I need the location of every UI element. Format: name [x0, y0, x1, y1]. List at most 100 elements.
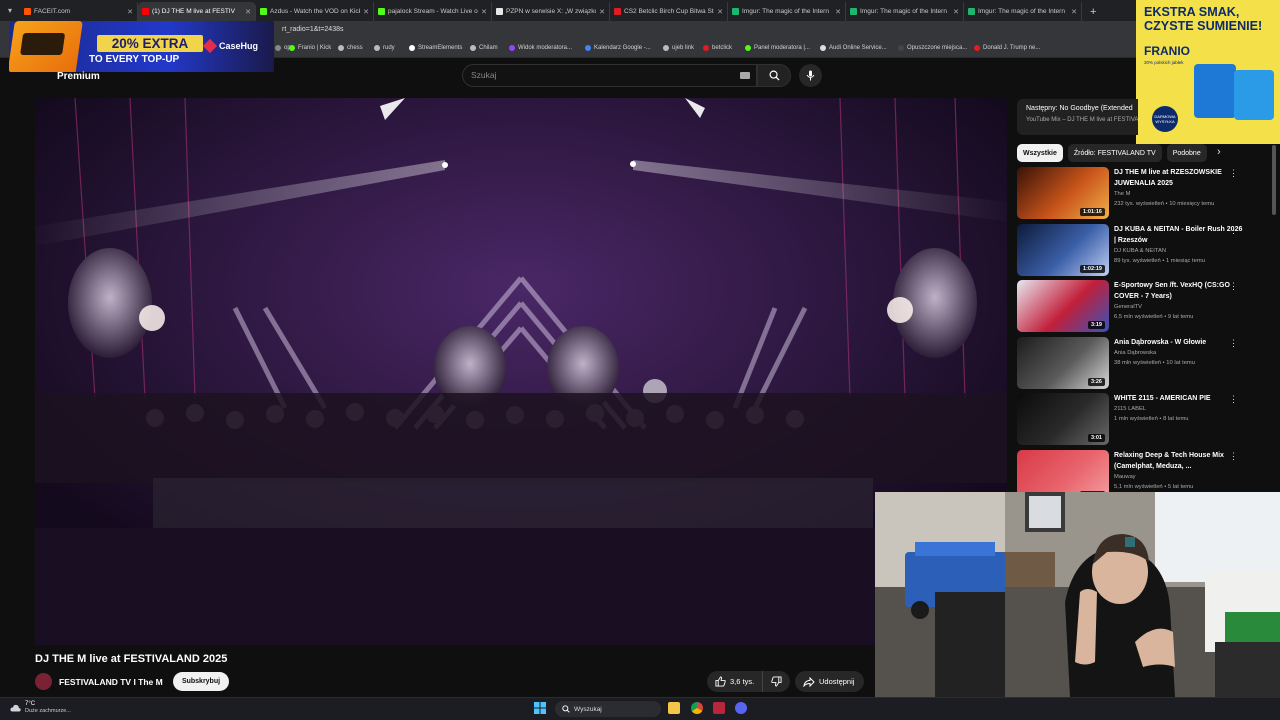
browser-tab[interactable]: FACEIT.com ✕	[20, 2, 138, 21]
more-options-icon[interactable]: ⋮	[1229, 338, 1238, 349]
tab-favicon-icon	[378, 8, 385, 15]
bookmark-item[interactable]: Donald J. Trump ne...	[974, 45, 1040, 51]
browser-tab[interactable]: Imgur: The magic of the Intern ✕	[728, 2, 846, 21]
tab-title: Azdus - Watch the VOD on Kick	[270, 8, 361, 15]
sidebar-scrollbar[interactable]	[1272, 145, 1276, 215]
channel-name[interactable]: FESTIVALAND TV I The M	[59, 677, 163, 687]
like-button[interactable]: 3,6 tys.	[707, 671, 763, 692]
bookmark-item[interactable]: ujeb link	[663, 45, 694, 51]
bookmark-item[interactable]: betclick	[703, 45, 732, 51]
video-thumbnail[interactable]: 1:01:16	[1017, 167, 1109, 219]
video-title[interactable]: WHITE 2115 - AMERICAN PIE	[1114, 393, 1244, 404]
up-next-card[interactable]: Następny: No Goodbye (Extended YouTube M…	[1017, 99, 1138, 135]
more-options-icon[interactable]: ⋮	[1229, 225, 1238, 236]
video-title[interactable]: E-Sportowy Sen /ft. VexHQ (CS:GO COVER -…	[1114, 280, 1244, 302]
video-channel[interactable]: Ania Dąbrowska	[1114, 350, 1156, 356]
tab-close-icon[interactable]: ✕	[953, 8, 959, 16]
video-thumbnail[interactable]: 1:02:19	[1017, 223, 1109, 276]
tab-title: FACEIT.com	[34, 8, 71, 15]
casehug-ad-banner[interactable]: 20% EXTRA TO EVERY TOP-UP CaseHug	[9, 21, 274, 72]
bookmark-item[interactable]: StreamElements	[409, 45, 462, 51]
video-channel[interactable]: GeneralTV	[1114, 304, 1142, 310]
video-title[interactable]: Ania Dąbrowska - W Głowie	[1114, 337, 1244, 348]
franio-ad-banner[interactable]: EKSTRA SMAK, CZYSTE SUMIENIE! FRANIO 30%…	[1136, 0, 1280, 144]
bookmark-item[interactable]: Franio | Kick	[289, 45, 331, 51]
more-options-icon[interactable]: ⋮	[1229, 451, 1238, 462]
bookmark-item[interactable]: chess	[338, 45, 363, 51]
tab-close-icon[interactable]: ✕	[1071, 8, 1077, 16]
recommended-video[interactable]: 3:26 Ania Dąbrowska - W Głowie Ania Dąbrow…	[1017, 336, 1253, 390]
video-channel[interactable]: Mauway	[1114, 474, 1136, 480]
recommended-video[interactable]: 3:19 E-Sportowy Sen /ft. VexHQ (CS:GO COV…	[1017, 280, 1253, 333]
more-options-icon[interactable]: ⋮	[1229, 394, 1238, 405]
video-channel[interactable]: 2115 LABEL	[1114, 406, 1146, 412]
video-title[interactable]: DJ THE M live at RZESZOWSKIE JUWENALIA 2…	[1114, 167, 1244, 189]
filter-chip[interactable]: Źródło: FESTIVALAND TV	[1067, 144, 1162, 162]
tab-close-icon[interactable]: ✕	[127, 8, 133, 16]
taskbar-search[interactable]: Wyszukaj	[555, 701, 661, 717]
tab-search-chevron-icon[interactable]: ▾	[0, 0, 20, 21]
browser-tab[interactable]: Azdus - Watch the VOD on Kick ✕	[256, 2, 374, 21]
recommended-video[interactable]: 1:02:19 DJ KUBA & NEITAN - Boiler Rush 20…	[1017, 223, 1253, 277]
recommended-video[interactable]: 1:01:16 DJ THE M live at RZESZOWSKIE JUWE…	[1017, 167, 1253, 220]
bookmark-item[interactable]: Kalendarz Google -...	[585, 45, 651, 51]
tab-close-icon[interactable]: ✕	[599, 8, 605, 16]
tab-close-icon[interactable]: ✕	[363, 8, 369, 16]
search-input[interactable]	[471, 70, 721, 80]
browser-tab[interactable]: PZPN w serwisie X: „W związku ✕	[492, 2, 610, 21]
more-options-icon[interactable]: ⋮	[1229, 281, 1238, 292]
desktop: ▾ FACEIT.com ✕ (1) DJ THE M live at FESTIV…	[0, 0, 1280, 720]
browser-tab[interactable]: Imgur: The magic of the Intern ✕	[846, 2, 964, 21]
share-button[interactable]: Udostępnij	[795, 671, 864, 692]
bookmark-item[interactable]: Opuszczone miejsca...	[898, 45, 967, 51]
video-title[interactable]: Relaxing Deep & Tech House Mix (Camelpha…	[1114, 450, 1244, 472]
youtube-premium-logo[interactable]: Premium	[57, 71, 100, 82]
bookmark-item[interactable]: Panel moderatora |...	[745, 45, 810, 51]
more-options-icon[interactable]: ⋮	[1229, 168, 1238, 179]
video-duration: 3:01	[1087, 434, 1105, 442]
windows-start-icon[interactable]	[534, 702, 546, 714]
voice-search-button[interactable]	[799, 64, 822, 87]
url-text[interactable]: rt_radio=1&t=2438s	[282, 26, 344, 33]
video-thumbnail[interactable]: 3:19	[1017, 280, 1109, 332]
video-meta: 89 tys. wyświetleń • 1 miesiąc temu	[1114, 257, 1205, 264]
new-tab-plus-icon[interactable]: +	[1082, 2, 1104, 21]
video-thumbnail[interactable]: 3:01	[1017, 393, 1109, 445]
discord-icon[interactable]	[735, 702, 747, 714]
filter-chip[interactable]: Wszystkie	[1017, 144, 1063, 162]
search-button[interactable]	[757, 64, 791, 87]
bookmark-item[interactable]: rudy	[374, 45, 395, 51]
chrome-icon[interactable]	[691, 702, 703, 714]
tab-close-icon[interactable]: ✕	[717, 8, 723, 16]
app-red-icon[interactable]	[713, 702, 725, 714]
tab-close-icon[interactable]: ✕	[481, 8, 487, 16]
bookmark-item[interactable]: Widok moderatora...	[509, 45, 572, 51]
bookmark-item[interactable]: Chilam	[470, 45, 498, 51]
browser-tab[interactable]: Imgur: The magic of the Intern ✕	[964, 2, 1082, 21]
weather-widget[interactable]: 7°C Duże zachmurze...	[10, 701, 71, 714]
video-title[interactable]: DJ KUBA & NEITAN - Boiler Rush 2026 | Rz…	[1114, 224, 1244, 246]
video-channel[interactable]: The M	[1114, 191, 1130, 197]
tab-close-icon[interactable]: ✕	[835, 8, 841, 16]
video-player[interactable]	[35, 98, 1007, 645]
tab-title: CS2 Betclic Birch Cup Bitwa Str	[624, 8, 715, 15]
browser-tab[interactable]: (1) DJ THE M live at FESTIV ✕	[138, 2, 256, 21]
up-next-title: Następny: No Goodbye (Extended	[1026, 105, 1133, 112]
filter-chip[interactable]: Podobne	[1166, 144, 1207, 162]
channel-avatar[interactable]	[35, 673, 52, 690]
ad-cup-image	[1194, 64, 1236, 118]
video-thumbnail[interactable]: 3:26	[1017, 336, 1109, 389]
file-explorer-icon[interactable]	[668, 702, 680, 714]
tab-close-icon[interactable]: ✕	[245, 8, 251, 16]
keyboard-icon[interactable]	[740, 72, 750, 79]
dislike-button[interactable]	[763, 671, 790, 692]
recommended-video[interactable]: 3:01 WHITE 2115 - AMERICAN PIE 2115 LABEL 1…	[1017, 393, 1253, 446]
browser-tab[interactable]: pajalock Stream - Watch Live o ✕	[374, 2, 492, 21]
browser-tab[interactable]: CS2 Betclic Birch Cup Bitwa Str ✕	[610, 2, 728, 21]
video-channel[interactable]: DJ KUBA & NEITAN	[1114, 248, 1166, 254]
search-box[interactable]	[462, 64, 757, 87]
chevron-right-icon[interactable]: ›	[1217, 146, 1221, 158]
tab-title: PZPN w serwisie X: „W związku	[506, 8, 597, 15]
subscribe-button[interactable]: Subskrybuj	[173, 672, 229, 691]
bookmark-item[interactable]: Audi Online Service...	[820, 45, 887, 51]
